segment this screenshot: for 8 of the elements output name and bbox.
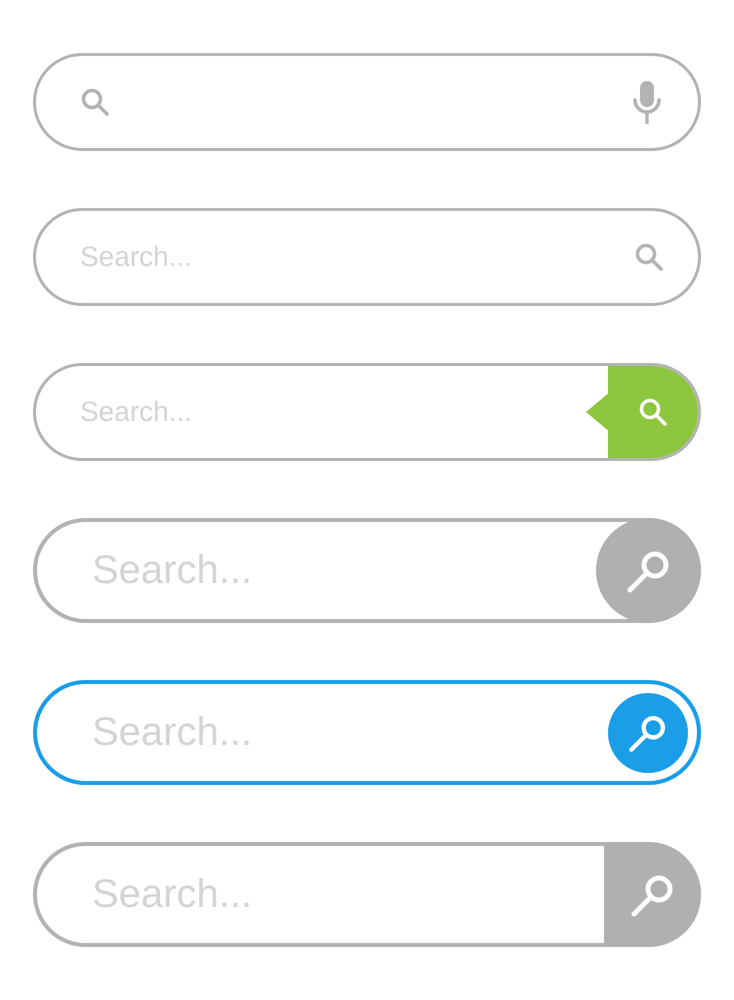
- search-icon: [80, 87, 110, 117]
- search-button[interactable]: [608, 692, 688, 772]
- search-button[interactable]: [604, 842, 701, 947]
- search-button[interactable]: [634, 242, 664, 272]
- search-icon: [638, 397, 668, 427]
- search-icon: [634, 242, 664, 272]
- search-button[interactable]: [586, 366, 698, 458]
- microphone-icon[interactable]: [632, 80, 662, 124]
